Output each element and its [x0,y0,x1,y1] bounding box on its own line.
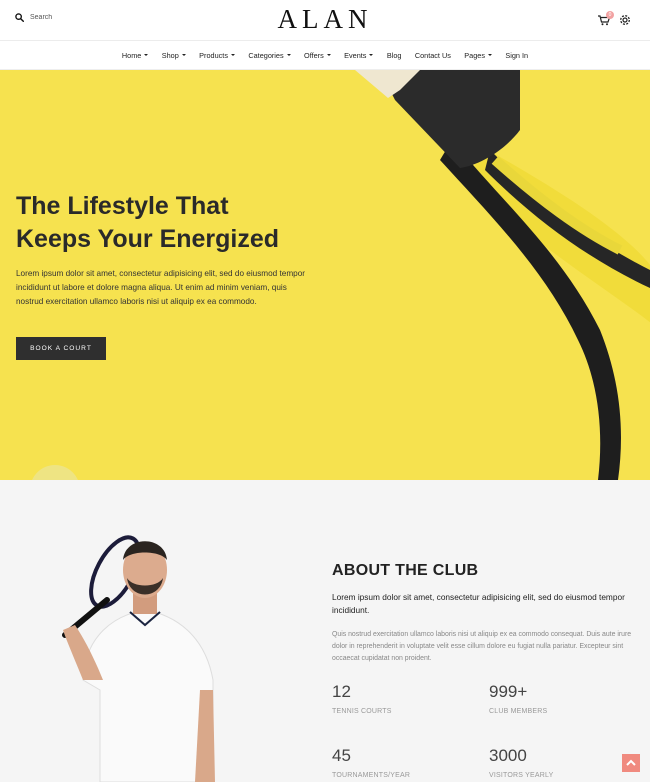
stat-label: TOURNAMENTS/YEAR [332,772,411,779]
nav-item-categories[interactable]: Categories [242,51,298,60]
caret-down-icon [286,54,291,56]
nav-item-contact[interactable]: Contact Us [408,51,457,60]
cart-button[interactable]: 0 [597,11,614,27]
stat-value: 12 [332,682,351,701]
hero-description: Lorem ipsum dolor sit amet, consectetur … [16,269,305,306]
nav-item-events[interactable]: Events [337,51,380,60]
caret-down-icon [144,54,149,56]
hero-banner: The Lifestyle That Keeps Your Energized … [0,70,650,480]
nav-item-pages[interactable]: Pages [458,51,499,60]
chevron-up-icon [626,759,636,766]
nav-item-home[interactable]: Home [115,51,155,60]
stat-tournaments: 45 TOURNAMENTS/YEAR [332,746,410,779]
about-section: ABOUT THE CLUB Lorem ipsum dolor sit ame… [0,480,650,782]
nav-item-offers[interactable]: Offers [297,51,337,60]
hero-title: The Lifestyle That Keeps Your Energized [16,192,280,253]
stat-value: 45 [332,746,351,765]
about-lead-text: Lorem ipsum dolor sit amet, consectetur … [332,592,625,615]
tennis-player-image [62,535,215,782]
caret-down-icon [230,54,235,56]
nav-item-blog[interactable]: Blog [380,51,408,60]
caret-down-icon [369,54,374,56]
stat-label: CLUB MEMBERS [489,708,548,715]
main-nav: Home Shop Products Categories Offers Eve… [0,41,650,70]
about-title: ABOUT THE CLUB [332,562,479,579]
stat-club-members: 999+ CLUB MEMBERS [489,682,547,715]
stat-visitors: 3000 VISITORS YEARLY [489,746,553,779]
about-body-text: Quis nostrud exercitation ullamco labori… [332,631,632,662]
stat-label: VISITORS YEARLY [489,772,554,779]
stat-tennis-courts: 12 TENNIS COURTS [332,682,392,715]
nav-item-shop[interactable]: Shop [155,51,192,60]
top-header: ALAN 0 [0,0,650,41]
cart-count-badge: 0 [606,11,614,19]
nav-item-products[interactable]: Products [192,51,241,60]
stat-label: TENNIS COURTS [332,708,392,715]
caret-down-icon [326,54,331,56]
stat-value: 999+ [489,682,528,701]
back-to-top-button[interactable] [622,754,640,772]
nav-item-sign-in[interactable]: Sign In [499,51,535,60]
site-logo[interactable]: ALAN [0,4,650,35]
caret-down-icon [487,54,492,56]
gear-icon [620,15,630,25]
caret-down-icon [181,54,186,56]
book-court-button[interactable]: BOOK A COURT [16,337,106,360]
settings-button[interactable] [618,13,632,27]
stat-value: 3000 [489,746,527,765]
